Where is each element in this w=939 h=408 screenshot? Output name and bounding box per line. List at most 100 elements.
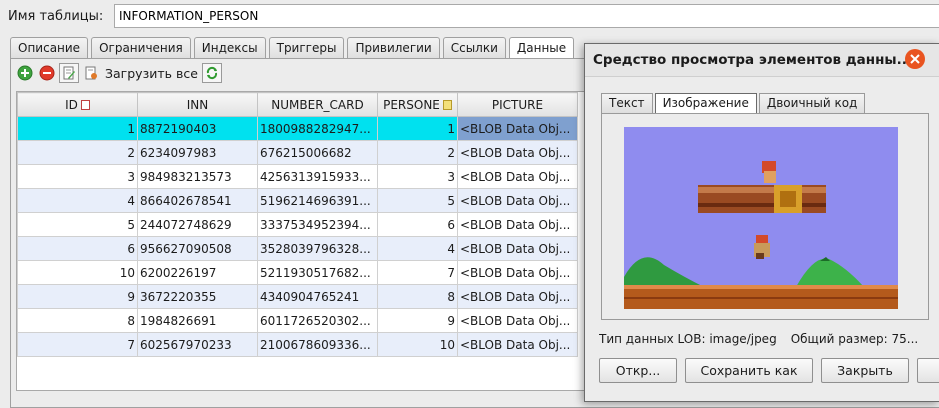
cell-id[interactable]: 9 [17, 284, 138, 309]
cell-number-card[interactable]: 2100678609336... [257, 332, 378, 357]
cell-persone[interactable]: 8 [377, 284, 458, 309]
data-grid[interactable]: ID INN NUMBER_CARD PERSONE PICTURE 1 8872… [16, 91, 593, 391]
cell-number-card[interactable]: 3337534952394... [257, 212, 378, 237]
editor-tabs: Описание Ограничения Индексы Триггеры Пр… [10, 37, 577, 59]
add-row-button[interactable] [15, 63, 35, 83]
cell-inn[interactable]: 956627090508 [137, 236, 258, 261]
cell-picture[interactable]: <BLOB Data Obj... [457, 308, 578, 333]
cell-number-card[interactable]: 1800988282947... [257, 116, 378, 141]
tab-constraints[interactable]: Ограничения [91, 37, 191, 59]
save-as-button[interactable]: Сохранить как [685, 358, 813, 383]
grid-body: 1 8872190403 1800988282947... 1 <BLOB Data O… [17, 116, 578, 357]
cell-inn[interactable]: 244072748629 [137, 212, 258, 237]
cell-persone[interactable]: 2 [377, 140, 458, 165]
table-row[interactable]: 8 1984826691 6011726520302... 9 <BLOB Data O… [17, 308, 578, 333]
cell-inn[interactable]: 984983213573 [137, 164, 258, 189]
cell-picture[interactable]: <BLOB Data Obj... [457, 332, 578, 357]
cell-picture[interactable]: <BLOB Data Obj... [457, 212, 578, 237]
cell-number-card[interactable]: 676215006682 [257, 140, 378, 165]
cell-picture[interactable]: <BLOB Data Obj... [457, 164, 578, 189]
cell-number-card[interactable]: 5196214696391... [257, 188, 378, 213]
tab-triggers[interactable]: Триггеры [268, 37, 345, 59]
cell-inn[interactable]: 6234097983 [137, 140, 258, 165]
cell-inn[interactable]: 8872190403 [137, 116, 258, 141]
tab-description[interactable]: Описание [10, 37, 89, 59]
blob-image-preview [624, 127, 898, 309]
cell-persone[interactable]: 1 [377, 116, 458, 141]
cell-inn[interactable]: 602567970233 [137, 332, 258, 357]
dialog-titlebar[interactable]: Средство просмотра элементов данны... [585, 44, 939, 77]
foreign-key-icon [442, 99, 452, 110]
tab-indexes[interactable]: Индексы [193, 37, 266, 59]
rollback-button[interactable] [81, 63, 101, 83]
table-name-row: Имя таблицы: [0, 0, 939, 34]
delete-row-button[interactable] [37, 63, 57, 83]
cell-persone[interactable]: 10 [377, 332, 458, 357]
close-button[interactable]: Закрыть [821, 358, 909, 383]
cell-number-card[interactable]: 5211930517682... [257, 260, 378, 285]
column-header-persone[interactable]: PERSONE [377, 92, 458, 117]
data-toolbar: Загрузить все [15, 62, 224, 84]
table-row[interactable]: 7 602567970233 2100678609336... 10 <BLOB Dat… [17, 332, 578, 357]
cell-inn[interactable]: 1984826691 [137, 308, 258, 333]
cell-picture[interactable]: <BLOB Data Obj... [457, 188, 578, 213]
cell-persone[interactable]: 3 [377, 164, 458, 189]
tab-references[interactable]: Ссылки [442, 37, 506, 59]
cell-id[interactable]: 6 [17, 236, 138, 261]
document-undo-icon [85, 66, 97, 80]
table-row[interactable]: 9 3672220355 4340904765241 8 <BLOB Data Obj.… [17, 284, 578, 309]
cell-id[interactable]: 5 [17, 212, 138, 237]
table-name-input[interactable] [114, 4, 939, 28]
cell-inn[interactable]: 6200226197 [137, 260, 258, 285]
cell-picture[interactable]: <BLOB Data Obj... [457, 284, 578, 309]
load-all-label[interactable]: Загрузить все [105, 66, 198, 81]
cell-inn[interactable]: 3672220355 [137, 284, 258, 309]
table-row[interactable]: 3 984983213573 4256313915933... 3 <BLOB Data… [17, 164, 578, 189]
cell-picture[interactable]: <BLOB Data Obj... [457, 116, 578, 141]
extra-button[interactable] [917, 358, 939, 383]
cell-id[interactable]: 3 [17, 164, 138, 189]
cell-id[interactable]: 10 [17, 260, 138, 285]
table-row[interactable]: 6 956627090508 3528039796328... 4 <BLOB Data… [17, 236, 578, 261]
cell-persone[interactable]: 5 [377, 188, 458, 213]
cell-id[interactable]: 2 [17, 140, 138, 165]
cell-number-card[interactable]: 3528039796328... [257, 236, 378, 261]
cell-persone[interactable]: 9 [377, 308, 458, 333]
cell-persone[interactable]: 7 [377, 260, 458, 285]
cell-picture[interactable]: <BLOB Data Obj... [457, 236, 578, 261]
column-header-picture[interactable]: PICTURE [457, 92, 578, 117]
table-row[interactable]: 1 8872190403 1800988282947... 1 <BLOB Data O… [17, 116, 578, 141]
table-row[interactable]: 10 6200226197 5211930517682... 7 <BLOB Data … [17, 260, 578, 285]
table-row[interactable]: 2 6234097983 676215006682 2 <BLOB Data Obj..… [17, 140, 578, 165]
tab-privileges[interactable]: Привилегии [347, 37, 440, 59]
cell-id[interactable]: 1 [17, 116, 138, 141]
table-row[interactable]: 4 866402678541 5196214696391... 5 <BLOB Data… [17, 188, 578, 213]
cell-persone[interactable]: 4 [377, 236, 458, 261]
tab-image[interactable]: Изображение [654, 93, 757, 113]
refresh-button[interactable] [201, 63, 222, 83]
column-header-number-card[interactable]: NUMBER_CARD [257, 92, 378, 117]
cell-id[interactable]: 8 [17, 308, 138, 333]
cell-number-card[interactable]: 4256313915933... [257, 164, 378, 189]
column-header-id[interactable]: ID [17, 92, 138, 117]
total-size-text: Общий размер: 75... [790, 332, 919, 346]
close-window-button[interactable] [905, 49, 925, 69]
column-header-inn[interactable]: INN [137, 92, 258, 117]
cell-persone[interactable]: 6 [377, 212, 458, 237]
cell-picture[interactable]: <BLOB Data Obj... [457, 140, 578, 165]
cell-number-card[interactable]: 4340904765241 [257, 284, 378, 309]
cell-inn[interactable]: 866402678541 [137, 188, 258, 213]
tab-binary[interactable]: Двоичный код [758, 93, 866, 113]
cell-picture[interactable]: <BLOB Data Obj... [457, 260, 578, 285]
table-row[interactable]: 5 244072748629 3337534952394... 6 <BLOB Data… [17, 212, 578, 237]
cell-id[interactable]: 4 [17, 188, 138, 213]
cell-number-card[interactable]: 6011726520302... [257, 308, 378, 333]
viewer-tabs: Текст Изображение Двоичный код [601, 93, 867, 113]
commit-button[interactable] [59, 63, 79, 83]
cell-id[interactable]: 7 [17, 332, 138, 357]
dialog-buttons: Откр... Сохранить как Закрыть [599, 358, 939, 383]
open-button[interactable]: Откр... [599, 358, 677, 383]
refresh-icon [206, 66, 217, 80]
tab-text[interactable]: Текст [601, 93, 653, 113]
tab-data[interactable]: Данные [508, 37, 575, 59]
